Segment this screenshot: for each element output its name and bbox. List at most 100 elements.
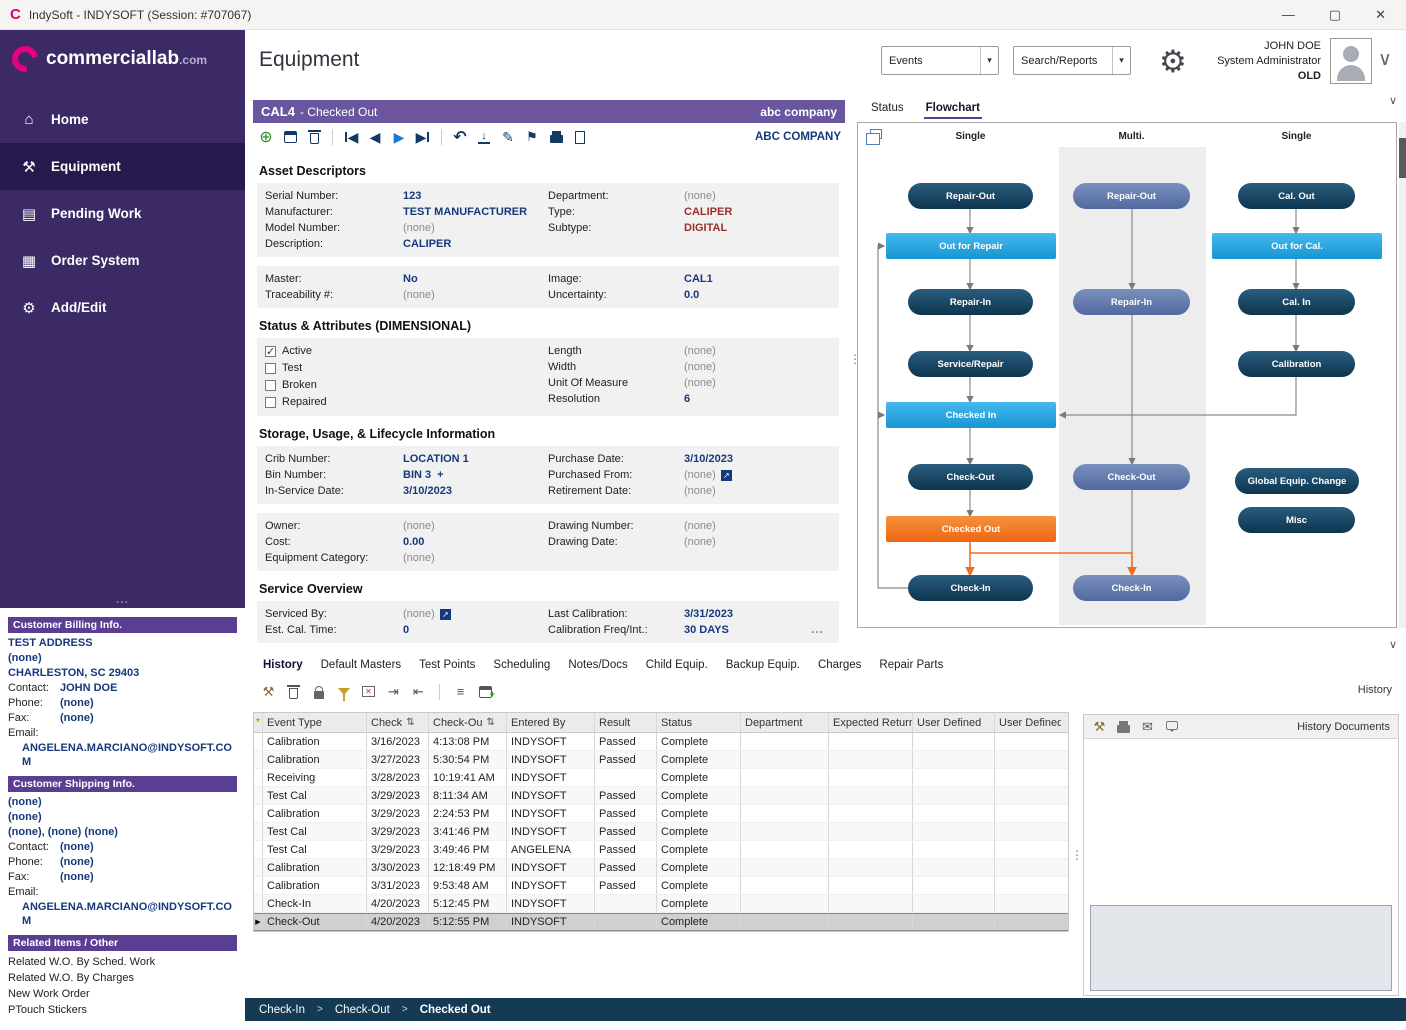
flow-node-misc[interactable]: Misc	[1238, 507, 1355, 533]
table-row[interactable]: Calibration3/27/20235:30:54 PMINDYSOFTPa…	[254, 751, 1068, 769]
chevron-down-icon[interactable]: ▾	[1112, 47, 1130, 74]
tab-notes-docs[interactable]: Notes/Docs	[560, 656, 635, 674]
prev-record-icon[interactable]: ◀	[366, 127, 384, 147]
billing-email[interactable]: ANGELENA.MARCIANO@INDYSOFT.COM	[8, 741, 237, 769]
table-row[interactable]: Test Cal3/29/20238:11:34 AMINDYSOFTPasse…	[254, 787, 1068, 805]
first-record-icon[interactable]: ◀	[342, 127, 360, 147]
related-link[interactable]: Related W.O. By Charges	[8, 970, 237, 986]
table-row[interactable]: Test Cal3/29/20233:41:46 PMINDYSOFTPasse…	[254, 823, 1068, 841]
column-header[interactable]: Check⇅	[367, 713, 429, 732]
column-header[interactable]: Result	[595, 713, 657, 732]
column-header[interactable]: Check-Ou⇅	[429, 713, 507, 732]
flowchart-scrollbar[interactable]	[1399, 122, 1406, 628]
flow-node-cal-out[interactable]: Cal. Out	[1238, 183, 1355, 209]
vertical-splitter-handle[interactable]: ⋮	[1071, 848, 1083, 862]
schedule-calendar-icon[interactable]	[281, 127, 299, 147]
table-row[interactable]: ▶Check-Out4/20/20235:12:55 PMINDYSOFTCom…	[254, 913, 1068, 931]
status-checkbox[interactable]: Active	[265, 343, 548, 360]
sidebar-item-pending-work[interactable]: ▤ Pending Work	[0, 190, 245, 237]
sidebar-item-add-edit[interactable]: ⚙ Add/Edit	[0, 284, 245, 331]
settings-gear-icon[interactable]: ⚙	[1159, 44, 1187, 80]
flow-node-checked-in[interactable]: Checked In	[886, 402, 1056, 428]
last-record-icon[interactable]: ▶	[414, 127, 432, 147]
tab-charges[interactable]: Charges	[810, 656, 869, 674]
tab-default-masters[interactable]: Default Masters	[313, 656, 410, 674]
flag-icon[interactable]: ⚑	[523, 127, 541, 147]
flow-node-repair-out-single[interactable]: Repair-Out	[908, 183, 1033, 209]
minimize-button[interactable]: —	[1282, 7, 1295, 23]
checkbox-box[interactable]	[265, 397, 276, 408]
table-row[interactable]: Calibration3/16/20234:13:08 PMINDYSOFTPa…	[254, 733, 1068, 751]
tab-status[interactable]: Status	[869, 100, 906, 119]
mail-icon[interactable]: ✉	[1140, 719, 1155, 735]
brand-logo[interactable]: commerciallab.com	[0, 30, 245, 80]
flow-node-calibration[interactable]: Calibration	[1238, 351, 1355, 377]
flow-node-cal-in[interactable]: Cal. In	[1238, 289, 1355, 315]
status-checkbox[interactable]: Repaired	[265, 394, 548, 411]
flow-node-service-repair[interactable]: Service/Repair	[908, 351, 1033, 377]
maximize-button[interactable]: ▢	[1329, 7, 1341, 23]
sidebar-item-home[interactable]: ⌂ Home	[0, 96, 245, 143]
flow-node-repair-out-multi[interactable]: Repair-Out	[1073, 183, 1190, 209]
splitter-handle[interactable]: ...	[811, 622, 824, 636]
table-row[interactable]: Calibration3/30/202312:18:49 PMINDYSOFTP…	[254, 859, 1068, 877]
tools-icon[interactable]: ⚒	[1092, 719, 1107, 735]
column-header[interactable]: Expected Return	[829, 713, 913, 732]
tab-backup-equip[interactable]: Backup Equip.	[718, 656, 808, 674]
column-header[interactable]: User Defined	[913, 713, 995, 732]
tab-test-points[interactable]: Test Points	[411, 656, 483, 674]
tools-icon[interactable]: ⚒	[261, 684, 276, 700]
flow-node-repair-in-multi[interactable]: Repair-In	[1073, 289, 1190, 315]
flow-node-checked-out[interactable]: Checked Out	[886, 516, 1056, 542]
comment-icon[interactable]	[1164, 719, 1179, 735]
sort-icon[interactable]: ⇅	[487, 717, 495, 728]
flow-node-out-for-repair[interactable]: Out for Repair	[886, 233, 1056, 259]
tab-history[interactable]: History	[255, 656, 311, 674]
flow-node-check-in-multi[interactable]: Check-In	[1073, 575, 1190, 601]
edit-icon[interactable]: ✎	[499, 127, 517, 147]
tab-child-equip[interactable]: Child Equip.	[638, 656, 716, 674]
column-header[interactable]: Entered By	[507, 713, 595, 732]
external-link-icon[interactable]: ↗	[440, 609, 451, 620]
related-link[interactable]: PTouch Stickers	[8, 1002, 237, 1018]
delete-icon[interactable]	[286, 684, 301, 700]
filter-icon[interactable]	[336, 684, 351, 700]
checkbox-box[interactable]	[265, 346, 276, 357]
table-row[interactable]: Calibration3/31/20239:53:48 AMINDYSOFTPa…	[254, 877, 1068, 895]
cascade-window-icon[interactable]	[870, 129, 882, 139]
close-button[interactable]: ✕	[1375, 7, 1386, 23]
search-reports-dropdown[interactable]: Search/Reports ▾	[1013, 46, 1131, 75]
lock-icon[interactable]	[311, 684, 326, 700]
statusbar-crumb[interactable]: Check-Out	[335, 1004, 390, 1016]
related-link[interactable]: New Work Order	[8, 986, 237, 1002]
chevron-down-icon[interactable]: ▾	[980, 47, 998, 74]
print-icon[interactable]	[547, 127, 565, 147]
column-header[interactable]: Event Type	[263, 713, 367, 732]
tab-scheduling[interactable]: Scheduling	[485, 656, 558, 674]
delete-icon[interactable]	[305, 127, 323, 147]
flow-node-out-for-cal[interactable]: Out for Cal.	[1212, 233, 1382, 259]
next-record-icon[interactable]: ▶	[390, 127, 408, 147]
clear-grid-icon[interactable]: ✕	[361, 684, 376, 700]
add-record-icon[interactable]: ⊕	[257, 127, 275, 147]
events-dropdown[interactable]: Events ▾	[881, 46, 999, 75]
sidebar-item-order-system[interactable]: ▦ Order System	[0, 237, 245, 284]
import-icon[interactable]: ⇥	[386, 684, 401, 700]
export-icon[interactable]: ⇤	[411, 684, 426, 700]
user-menu-chevron-icon[interactable]: ∨	[1378, 48, 1392, 71]
table-row[interactable]: Test Cal3/29/20233:49:46 PMANGELENAPasse…	[254, 841, 1068, 859]
download-icon[interactable]: ↓	[475, 127, 493, 147]
status-checkbox[interactable]: Test	[265, 360, 548, 377]
avatar[interactable]	[1330, 38, 1372, 84]
tab-flowchart[interactable]: Flowchart	[924, 100, 982, 119]
calendar-add-icon[interactable]	[478, 684, 493, 700]
document-icon[interactable]	[571, 127, 589, 147]
flow-node-check-out-single[interactable]: Check-Out	[908, 464, 1033, 490]
sidebar-item-equipment[interactable]: ⚒ Equipment	[0, 143, 245, 190]
table-row[interactable]: Calibration3/29/20232:24:53 PMINDYSOFTPa…	[254, 805, 1068, 823]
checkbox-box[interactable]	[265, 363, 276, 374]
tab-repair-parts[interactable]: Repair Parts	[871, 656, 951, 674]
sort-icon[interactable]: ⇅	[406, 717, 414, 728]
undo-icon[interactable]: ↶	[451, 127, 469, 147]
add-bin-icon[interactable]: +	[437, 467, 443, 483]
